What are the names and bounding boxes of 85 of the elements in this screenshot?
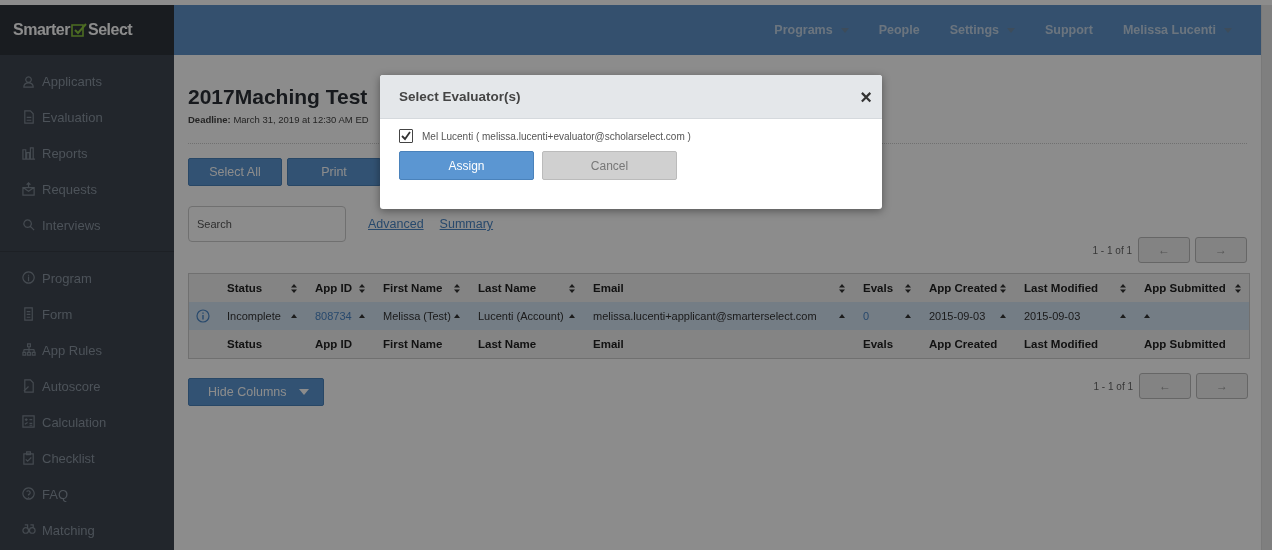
menu-item-icon	[22, 146, 36, 160]
sort-icon	[1000, 283, 1006, 293]
next-page-button[interactable]: →	[1196, 373, 1248, 399]
evaluator-label: Mel Lucenti ( melissa.lucenti+evaluator@scholarselect.com )	[422, 130, 691, 142]
deadline-text: Deadline: March 31, 2019 at 12:30 AM ED	[188, 114, 369, 125]
sort-icon	[291, 283, 297, 293]
filter-link[interactable]: Summary	[439, 217, 494, 231]
sort-asc-icon	[454, 314, 460, 318]
column-footer: App Created	[929, 338, 998, 350]
menu-item-icon	[22, 451, 36, 465]
assign-button[interactable]: Assign	[399, 151, 534, 180]
hide-columns-button[interactable]: Hide Columns	[188, 378, 324, 406]
column-header[interactable]: App ID	[305, 282, 373, 294]
table-cell[interactable]: 808734	[315, 310, 352, 322]
filter-link[interactable]: Advanced	[368, 217, 424, 231]
table-cell: Lucenti (Account)	[478, 310, 564, 322]
previous-page-button[interactable]: ←	[1139, 373, 1191, 399]
menu-item-icon	[22, 271, 36, 285]
column-header[interactable]: App Submitted	[1134, 282, 1249, 294]
menu-item-icon	[22, 182, 36, 196]
close-button[interactable]: ×	[856, 86, 876, 107]
table-cell: melissa.lucenti+applicant@smarterselect.com	[593, 310, 817, 322]
checkbox[interactable]	[399, 129, 413, 143]
menu-item-icon	[22, 343, 36, 357]
column-header[interactable]: First Name	[373, 282, 468, 294]
logo[interactable]: Smarter Select	[0, 5, 174, 55]
sort-asc-icon	[291, 314, 297, 318]
column-header[interactable]: Email	[583, 282, 853, 294]
column-footer: Last Modified	[1024, 338, 1099, 350]
action-button[interactable]: Select All	[188, 158, 282, 186]
page-title: 2017Maching Test	[188, 85, 368, 109]
checkbox-logo-icon	[71, 22, 87, 38]
menu-item-icon	[22, 379, 36, 393]
column-footer: Status	[227, 338, 263, 350]
scrollbar[interactable]	[1261, 5, 1272, 550]
caret-icon	[298, 389, 309, 395]
table-cell: 2015-09-03	[929, 310, 986, 322]
column-footer: Email	[593, 338, 624, 350]
menu-item-icon	[22, 487, 36, 501]
page-range: 1 - 1 of 1	[1092, 244, 1132, 256]
menu-item-icon	[22, 110, 36, 124]
table-cell: Melissa (Test)	[383, 310, 451, 322]
menu-item-icon	[22, 523, 36, 537]
column-header[interactable]: Evals	[853, 282, 919, 294]
column-header[interactable]: App Created	[919, 282, 1014, 294]
next-page-button[interactable]: →	[1195, 237, 1247, 263]
action-button[interactable]: Print	[287, 158, 381, 186]
logo-text: Smarter	[13, 21, 70, 39]
sort-asc-icon	[1000, 314, 1006, 318]
sort-icon	[359, 283, 365, 293]
column-footer: First Name	[383, 338, 443, 350]
column-footer: Last Name	[478, 338, 537, 350]
table-cell: Incomplete	[227, 310, 281, 322]
column-header[interactable]: Last Modified	[1014, 282, 1134, 294]
column-footer: App ID	[315, 338, 353, 350]
menu-item-icon	[22, 74, 36, 88]
column-footer: App Submitted	[1144, 338, 1226, 350]
sort-icon	[839, 283, 845, 293]
column-header[interactable]: Last Name	[468, 282, 583, 294]
info-icon[interactable]	[196, 309, 210, 323]
logo-text: Select	[88, 21, 133, 39]
sort-asc-icon	[839, 314, 845, 318]
sort-asc-icon	[1120, 314, 1126, 318]
sort-icon	[454, 283, 460, 293]
table-cell: 2015-09-03	[1024, 310, 1081, 322]
menu-item-icon	[22, 218, 36, 232]
search-field[interactable]: Search	[188, 206, 346, 242]
sort-asc-icon	[569, 314, 575, 318]
sort-asc-icon	[359, 314, 365, 318]
sort-icon	[905, 283, 911, 293]
table-cell[interactable]: 0	[863, 310, 870, 322]
table-row[interactable]: Incomplete 808734 Melissa (Test) Lucenti (Account) melissa.lucenti+applicant@smarterselect.com 0 2015-09-03 2015-09-03	[189, 302, 1249, 330]
sort-icon	[1235, 283, 1241, 293]
dialog-title: Select Evaluator(s)	[399, 89, 521, 104]
sort-icon	[569, 283, 575, 293]
menu-item-icon	[22, 307, 36, 321]
column-header[interactable]: Status	[217, 282, 305, 294]
page-range: 1 - 1 of 1	[1093, 380, 1133, 392]
previous-page-button[interactable]: ←	[1138, 237, 1190, 263]
sort-asc-icon	[905, 314, 911, 318]
menu-item-icon	[22, 415, 36, 429]
sort-icon	[1120, 283, 1126, 293]
column-footer: Evals	[863, 338, 894, 350]
cancel-button[interactable]: Cancel	[542, 151, 677, 180]
sort-asc-icon	[1144, 314, 1150, 318]
